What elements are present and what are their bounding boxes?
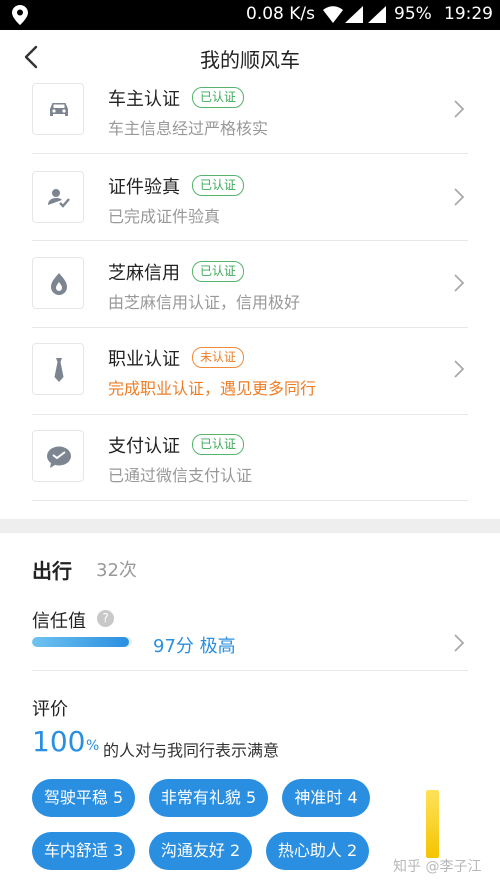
help-icon[interactable]: ? bbox=[97, 610, 114, 627]
status-badge: 已认证 bbox=[192, 87, 245, 108]
divider bbox=[32, 500, 468, 501]
satisfaction-percent-unit: % bbox=[86, 738, 100, 754]
satisfaction-percent: 100 bbox=[32, 725, 86, 758]
verification-name: 芝麻信用 bbox=[108, 263, 180, 284]
verification-desc: 已通过微信支付认证 bbox=[108, 466, 253, 485]
status-bar: 0.08 K/s 95% 19:29 bbox=[0, 0, 500, 30]
satisfaction-text: 的人对与我同行表示满意 bbox=[103, 741, 280, 760]
wechat-pay-icon bbox=[32, 430, 84, 482]
trip-title: 出行 bbox=[32, 559, 72, 583]
network-speed: 0.08 K/s bbox=[246, 4, 315, 24]
verification-desc: 完成职业认证，遇见更多同行 bbox=[108, 379, 317, 398]
location-icon bbox=[12, 5, 28, 25]
scroll-indicator bbox=[426, 790, 439, 858]
status-badge: 已认证 bbox=[192, 261, 245, 282]
verification-row-id[interactable]: 证件验真 已认证 已完成证件验真 bbox=[0, 155, 500, 241]
evaluation-tag[interactable]: 热心助人 2 bbox=[266, 832, 369, 870]
chevron-right-icon bbox=[454, 100, 465, 118]
chevron-right-icon bbox=[454, 360, 465, 378]
id-check-icon bbox=[32, 171, 84, 223]
verification-desc: 由芝麻信用认证，信用极好 bbox=[108, 293, 301, 312]
verification-name: 支付认证 bbox=[108, 436, 180, 457]
evaluation-label: 评价 bbox=[32, 699, 68, 720]
tie-icon bbox=[32, 343, 84, 395]
verification-name: 证件验真 bbox=[108, 177, 180, 198]
evaluation-tag[interactable]: 驾驶平稳 5 bbox=[32, 779, 135, 817]
wifi-icon bbox=[323, 6, 343, 23]
verification-desc: 车主信息经过严格核实 bbox=[108, 119, 269, 138]
trust-progress-fill bbox=[32, 637, 129, 647]
trust-progress-bar bbox=[32, 637, 132, 647]
chevron-right-icon bbox=[454, 188, 465, 206]
verification-name: 车主认证 bbox=[108, 89, 180, 110]
signal-icon bbox=[345, 6, 363, 23]
clock: 19:29 bbox=[444, 4, 493, 24]
evaluation-tag[interactable]: 神准时 4 bbox=[282, 779, 370, 817]
battery-level: 95% bbox=[394, 4, 432, 24]
car-icon bbox=[32, 83, 84, 135]
verification-name: 职业认证 bbox=[108, 349, 180, 370]
status-badge: 未认证 bbox=[192, 347, 245, 368]
chevron-right-icon bbox=[454, 274, 465, 292]
verification-row-payment[interactable]: 支付认证 已认证 已通过微信支付认证 bbox=[0, 414, 500, 501]
watermark: 知乎 @李子江 bbox=[393, 859, 482, 875]
status-badge: 已认证 bbox=[192, 434, 245, 455]
trust-label: 信任值 bbox=[32, 611, 86, 632]
verification-row-career[interactable]: 职业认证 未认证 完成职业认证，遇见更多同行 bbox=[0, 327, 500, 415]
verification-row-owner[interactable]: 车主认证 已认证 车主信息经过严格核实 bbox=[0, 67, 500, 154]
chevron-right-icon[interactable] bbox=[452, 632, 466, 654]
divider bbox=[32, 670, 468, 671]
verification-row-sesame[interactable]: 芝麻信用 已认证 由芝麻信用认证，信用极好 bbox=[0, 241, 500, 328]
signal-icon-2 bbox=[368, 6, 386, 23]
evaluation-tag[interactable]: 车内舒适 3 bbox=[32, 832, 135, 870]
trip-count: 32次 bbox=[96, 560, 137, 581]
sesame-icon bbox=[32, 257, 84, 309]
verification-desc: 已完成证件验真 bbox=[108, 207, 221, 226]
status-badge: 已认证 bbox=[192, 175, 245, 196]
evaluation-tag[interactable]: 非常有礼貌 5 bbox=[149, 779, 268, 817]
evaluation-tag[interactable]: 沟通友好 2 bbox=[149, 832, 252, 870]
section-gap bbox=[0, 519, 500, 533]
trust-value: 97分 极高 bbox=[153, 636, 236, 657]
divider bbox=[32, 153, 468, 154]
